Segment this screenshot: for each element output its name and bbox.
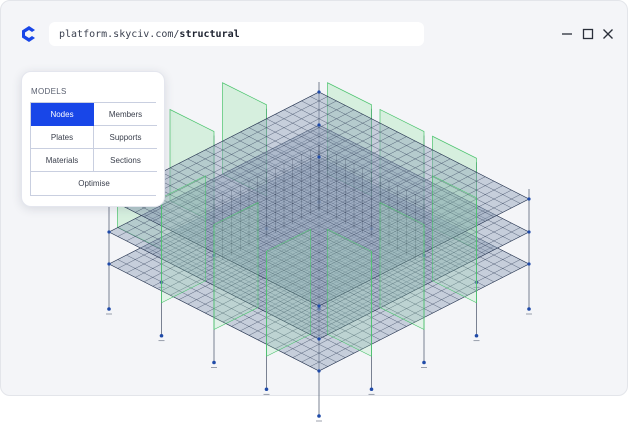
supports-button[interactable]: Supports — [94, 126, 157, 149]
materials-button[interactable]: Materials — [31, 149, 94, 172]
corner-node — [317, 123, 321, 127]
support-node — [212, 360, 216, 365]
shear-wall-panel — [432, 175, 477, 304]
corner-node — [317, 369, 321, 373]
support-node — [317, 414, 321, 418]
support-node — [107, 307, 111, 311]
shear-wall-panel — [161, 175, 206, 304]
shear-wall-panel — [379, 202, 425, 330]
sections-button[interactable]: Sections — [94, 149, 157, 172]
shear-wall-panel — [266, 228, 311, 357]
models-grid: Nodes Members Plates Supports Materials … — [30, 102, 157, 196]
corner-node — [527, 230, 531, 234]
corner-node — [317, 304, 321, 308]
support-node — [474, 333, 479, 338]
models-panel: MODELS Nodes Members Plates Supports Mat… — [21, 71, 165, 207]
corner-node — [527, 262, 531, 266]
support-node — [422, 360, 426, 365]
panel-title: MODELS — [31, 87, 67, 96]
corner-node — [107, 230, 111, 234]
support-node — [264, 387, 269, 392]
optimise-button[interactable]: Optimise — [31, 172, 157, 195]
plates-button[interactable]: Plates — [31, 126, 94, 149]
corner-node — [317, 155, 321, 159]
corner-node — [317, 90, 321, 94]
support-node — [527, 307, 531, 311]
nodes-button[interactable]: Nodes — [31, 103, 94, 126]
shear-wall-panel — [213, 202, 259, 330]
support-node — [159, 333, 164, 338]
support-node — [369, 387, 374, 392]
shear-wall-panel — [327, 228, 372, 357]
corner-node — [107, 262, 111, 266]
corner-node — [317, 337, 321, 341]
corner-node — [527, 197, 531, 201]
members-button[interactable]: Members — [94, 103, 157, 126]
structural-model-viewport[interactable] — [0, 0, 629, 443]
